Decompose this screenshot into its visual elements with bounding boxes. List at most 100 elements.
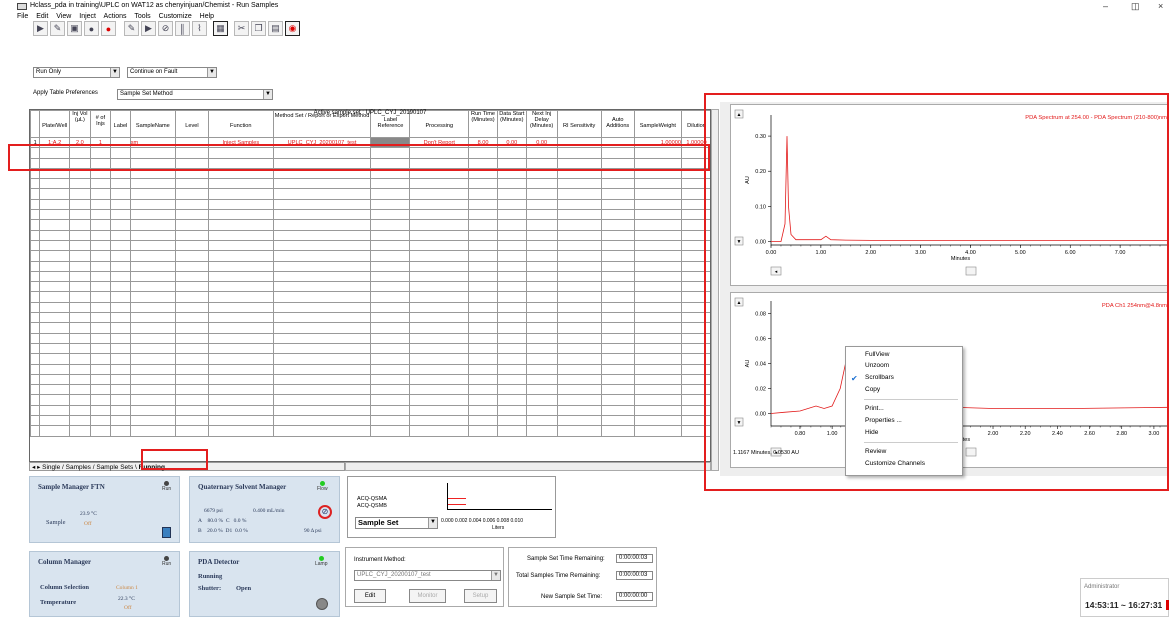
empty-cell[interactable] [89,219,112,231]
empty-cell[interactable] [556,384,602,396]
empty-cell[interactable] [496,260,527,272]
empty-cell[interactable] [600,219,635,231]
empty-cell[interactable] [556,250,602,262]
empty-cell[interactable] [89,198,112,211]
empty-cell[interactable] [525,250,558,262]
new-set-time-field[interactable]: 0:00:00:00 [616,592,653,601]
sample-manager-panel[interactable]: Sample Manager FTN Run Sample 23.9 °C Of… [29,476,180,543]
empty-cell[interactable] [370,250,411,262]
empty-cell[interactable] [409,322,470,334]
empty-cell[interactable] [409,301,470,314]
empty-cell[interactable] [370,291,411,303]
menu-item-copy[interactable]: Copy [865,384,880,395]
empty-cell[interactable] [525,332,558,344]
empty-cell[interactable] [633,425,683,437]
empty-cell[interactable] [468,198,498,211]
chart-icon[interactable]: ▦ [213,21,228,36]
empty-cell[interactable] [633,178,683,190]
chevron-down-icon[interactable]: ▼ [110,68,119,77]
empty-cell[interactable] [69,270,91,283]
minimize-icon[interactable]: – [1103,0,1108,12]
empty-cell[interactable] [30,384,41,396]
empty-cell[interactable] [633,281,683,293]
empty-cell[interactable] [69,394,91,406]
empty-cell[interactable] [525,425,558,437]
empty-cell[interactable] [30,301,41,314]
empty-cell[interactable] [496,332,527,344]
empty-cell[interactable] [525,404,558,417]
empty-cell[interactable] [30,239,41,252]
empty-cell[interactable] [525,353,558,365]
empty-cell[interactable] [370,373,411,386]
setup-button[interactable]: Setup [464,589,497,603]
empty-cell[interactable] [409,229,470,241]
empty-cell[interactable] [556,332,602,344]
cut-icon[interactable]: ✂ [234,21,249,36]
empty-cell[interactable] [556,394,602,406]
empty-cell[interactable] [207,188,274,200]
table-row[interactable] [30,250,710,262]
empty-cell[interactable] [496,229,527,241]
empty-cell[interactable] [468,322,498,334]
empty-cell[interactable] [556,301,602,314]
pda-detector-panel[interactable]: PDA Detector Lamp Running Shutter: Open [189,551,340,617]
empty-cell[interactable] [30,332,41,344]
empty-cell[interactable] [633,270,683,283]
chevron-down-icon[interactable]: ▼ [263,90,272,99]
empty-cell[interactable] [409,312,470,324]
run-icon[interactable]: ▶ [33,21,48,36]
empty-cell[interactable] [110,363,131,375]
empty-cell[interactable] [633,188,683,200]
empty-cell[interactable] [600,281,635,293]
instrument-method-select[interactable]: UPLC_CYJ_20200107_test ▼ [354,570,501,581]
empty-cell[interactable] [525,384,558,396]
empty-cell[interactable] [89,301,112,314]
empty-cell[interactable] [496,281,527,293]
empty-cell[interactable] [600,425,635,437]
empty-cell[interactable] [69,178,91,190]
table-row[interactable] [30,291,710,303]
empty-cell[interactable] [556,281,602,293]
empty-cell[interactable] [30,178,41,190]
empty-cell[interactable] [370,239,411,252]
empty-cell[interactable] [556,198,602,211]
empty-cell[interactable] [110,415,131,427]
empty-cell[interactable] [525,394,558,406]
empty-cell[interactable] [409,415,470,427]
empty-cell[interactable] [174,198,209,211]
empty-cell[interactable] [110,404,131,417]
empty-cell[interactable] [525,363,558,375]
empty-cell[interactable] [174,229,209,241]
empty-cell[interactable] [468,270,498,283]
empty-cell[interactable] [110,209,131,221]
empty-cell[interactable] [409,188,470,200]
tab-sample-sets[interactable]: Sample Sets [96,464,133,471]
empty-cell[interactable] [69,198,91,211]
empty-cell[interactable] [174,178,209,190]
empty-cell[interactable] [370,404,411,417]
empty-cell[interactable] [207,384,274,396]
empty-cell[interactable] [468,425,498,437]
empty-cell[interactable] [496,404,527,417]
empty-cell[interactable] [468,250,498,262]
paste-icon[interactable]: ▤ [268,21,283,36]
empty-cell[interactable] [89,291,112,303]
tray-icon[interactable] [162,527,171,538]
empty-cell[interactable] [525,373,558,386]
empty-cell[interactable] [468,219,498,231]
empty-cell[interactable] [370,178,411,190]
equilibrate-icon[interactable]: ⊘ [158,21,173,36]
empty-cell[interactable] [272,322,372,334]
empty-cell[interactable] [409,219,470,231]
empty-cell[interactable] [30,425,41,437]
empty-cell[interactable] [525,229,558,241]
empty-cell[interactable] [633,312,683,324]
empty-cell[interactable] [174,291,209,303]
empty-cell[interactable] [207,229,274,241]
empty-cell[interactable] [30,291,41,303]
empty-cell[interactable] [207,342,274,355]
empty-cell[interactable] [129,229,176,241]
menu-file[interactable]: File [17,13,28,20]
empty-cell[interactable] [525,322,558,334]
empty-cell[interactable] [525,178,558,190]
